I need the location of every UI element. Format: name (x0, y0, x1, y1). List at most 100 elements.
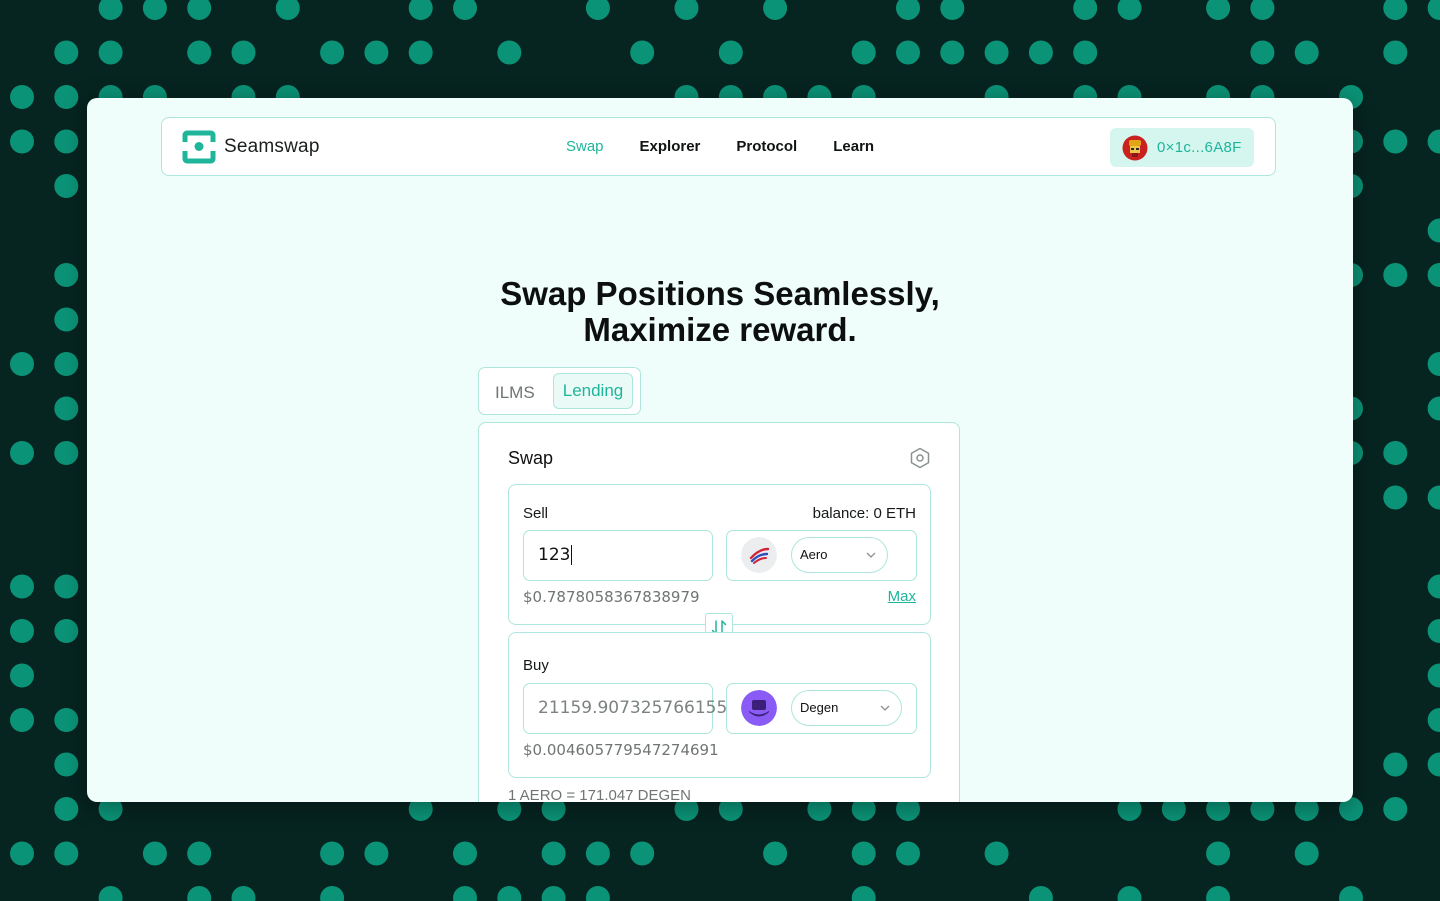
title-line-1: Swap Positions Seamlessly, (500, 275, 940, 312)
background-dot (408, 0, 433, 20)
buy-amount-value: 21159.907325766155 (538, 698, 728, 718)
background-dot (1427, 485, 1440, 510)
background-dot (1427, 263, 1440, 287)
background-dot (497, 40, 522, 65)
background-dot (541, 841, 566, 866)
background-dot (187, 886, 212, 901)
background-dot (231, 40, 256, 65)
background-dot (1427, 0, 1440, 20)
background-dot (940, 0, 965, 20)
aero-token-icon (741, 537, 777, 573)
background-dot (984, 841, 1009, 866)
sell-token-select[interactable]: Aero (791, 537, 888, 573)
background-dot (142, 841, 167, 866)
title-line-2: Maximize reward. (583, 311, 857, 348)
background-dot (1339, 886, 1363, 901)
background-dot (54, 841, 79, 866)
nav-explorer[interactable]: Explorer (640, 138, 701, 155)
mode-tabs: ILMS Lending (478, 367, 641, 415)
background-dot (1383, 263, 1408, 287)
avatar-icon (1122, 135, 1148, 160)
background-dot (497, 886, 522, 901)
background-dot (54, 40, 79, 65)
background-dot (10, 441, 34, 465)
background-dot (1427, 619, 1440, 643)
nav-protocol[interactable]: Protocol (736, 138, 797, 155)
background-dot (54, 129, 79, 154)
background-dot (1427, 129, 1440, 154)
background-dot (1383, 0, 1408, 20)
background-dot (1117, 886, 1142, 901)
tab-ilms[interactable]: ILMS (495, 383, 535, 403)
tab-lending[interactable]: Lending (553, 373, 633, 409)
background-dot (10, 574, 34, 599)
background-dot (851, 841, 876, 866)
wallet-address: 0×1c...6A8F (1157, 139, 1242, 156)
background-dot (585, 0, 610, 20)
buy-token-name: Degen (800, 700, 839, 715)
app-name: Seamswap (224, 136, 320, 157)
page-title: Swap Positions Seamlessly, Maximize rewa… (87, 276, 1353, 348)
background-dot (98, 886, 123, 901)
background-dot (54, 708, 79, 732)
background-dot (408, 40, 433, 65)
background-dot (1427, 218, 1440, 243)
buy-token-box: Degen (726, 683, 917, 734)
background-dot (10, 85, 34, 109)
background-dot (231, 886, 256, 901)
background-dot (1383, 752, 1408, 777)
background-dot (54, 619, 79, 643)
logo[interactable]: Seamswap (182, 130, 320, 164)
background-dot (1073, 0, 1098, 20)
nav-swap[interactable]: Swap (566, 138, 604, 155)
background-dot (54, 307, 79, 332)
background-dot (54, 263, 79, 287)
background-dot (453, 886, 477, 901)
background-dot (142, 0, 167, 20)
background-dot (1427, 708, 1440, 732)
background-dot (1206, 886, 1231, 901)
background-dot (1073, 40, 1098, 65)
buy-usd-value: $0.004605779547274691 (523, 741, 719, 759)
background-dot (320, 841, 345, 866)
background-dot (630, 841, 655, 866)
background-dot (1427, 752, 1440, 777)
top-navbar: Seamswap Swap Explorer Protocol Learn 0×… (161, 117, 1276, 176)
background-dot (1383, 797, 1408, 821)
background-dot (187, 841, 212, 866)
wallet-button[interactable]: 0×1c...6A8F (1110, 128, 1254, 167)
background-dot (763, 841, 788, 866)
sell-usd-value: $0.7878058367838979 (523, 588, 700, 606)
background-dot (364, 841, 389, 866)
settings-icon[interactable] (909, 447, 931, 469)
background-dot (1206, 841, 1231, 866)
background-dot (984, 40, 1009, 65)
background-dot (896, 0, 920, 20)
background-dot (1427, 663, 1440, 688)
background-dot (320, 886, 345, 901)
buy-label: Buy (523, 657, 549, 674)
buy-token-select[interactable]: Degen (791, 690, 902, 726)
sell-amount-input[interactable]: 123 (523, 530, 713, 581)
background-dot (674, 0, 699, 20)
background-dot (187, 0, 212, 20)
background-dot (1383, 40, 1408, 65)
background-dot (453, 0, 477, 20)
exchange-rate: 1 AERO = 171.047 DEGEN (508, 787, 692, 802)
background-dot (1383, 441, 1408, 465)
background-dot (10, 708, 34, 732)
background-dot (54, 174, 79, 198)
max-button[interactable]: Max (888, 588, 916, 605)
chevron-down-icon (866, 552, 876, 558)
background-dot (187, 40, 212, 65)
logo-icon (182, 130, 216, 164)
nav-learn[interactable]: Learn (833, 138, 874, 155)
buy-panel: Buy 21159.907325766155 Degen $0.00460577… (508, 632, 931, 778)
background-dot (1383, 485, 1408, 510)
text-caret (571, 545, 573, 565)
background-dot (851, 886, 876, 901)
background-dot (54, 574, 79, 599)
background-dot (54, 85, 79, 109)
background-dot (10, 663, 34, 688)
background-dot (98, 40, 123, 65)
